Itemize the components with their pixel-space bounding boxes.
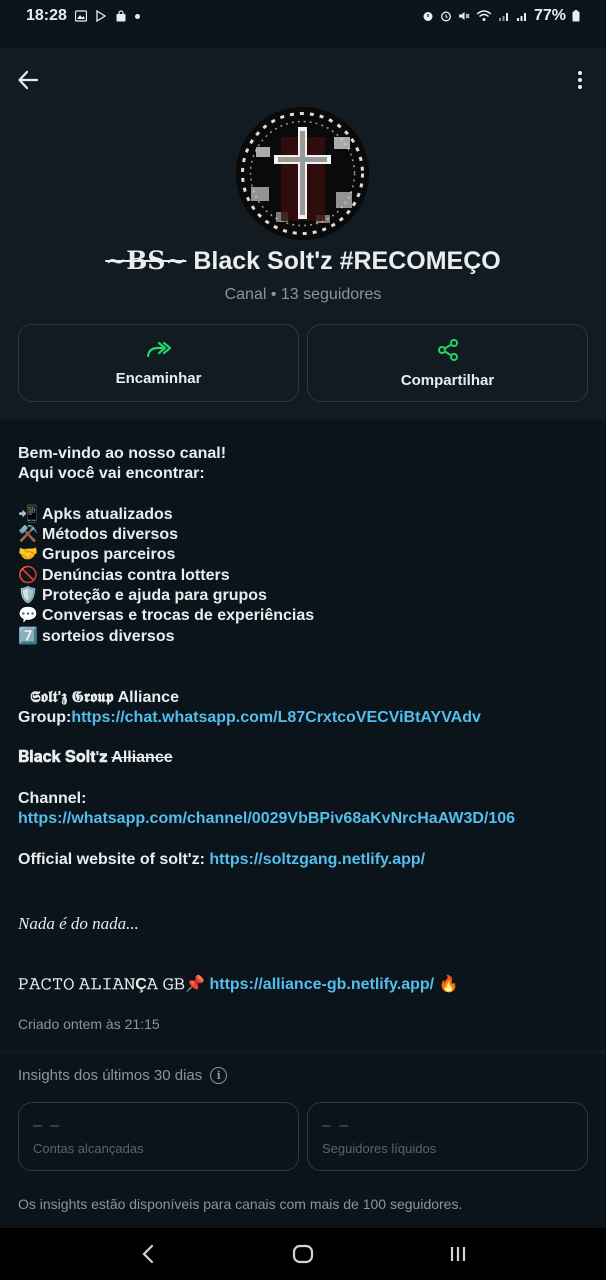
nav-home-button[interactable] (283, 1234, 323, 1274)
chevron-left-icon (142, 1244, 153, 1264)
mute-icon (458, 12, 470, 20)
shopping-bag-icon (116, 10, 126, 22)
website-line: Official website of solt'z: https://solt… (18, 850, 426, 868)
channel-description: Bem-vindo ao nosso canal! Aqui você vai … (18, 444, 593, 995)
description-item: 🚫 Denúncias contra lotters (18, 566, 593, 586)
net-followers-value: – – (322, 1117, 351, 1134)
battery-level: 77% (533, 7, 566, 24)
share-label: Compartilhar (400, 371, 495, 389)
forward-button[interactable]: Encaminhar (18, 324, 299, 402)
battery-icon (572, 10, 580, 22)
group-title: 𝕾𝖔𝖑𝖙'𝖟 𝕲𝖗𝖔𝖚𝖕 Alliance (30, 688, 179, 706)
nav-recents-button[interactable] (438, 1234, 478, 1274)
image-icon (74, 10, 87, 22)
net-followers-card: – – Seguidores líquidos (307, 1102, 588, 1171)
more-options-button[interactable] (568, 66, 592, 94)
channel-name-rest: Black Solt'z #RECOMEÇO (186, 247, 501, 275)
forward-icon (146, 341, 171, 357)
shield-icon: 🛡️ (18, 587, 38, 605)
play-store-icon (96, 10, 107, 22)
info-icon[interactable]: i (210, 1067, 228, 1084)
more-vert-icon (578, 71, 582, 75)
motto: Nada é do nada... (18, 913, 139, 933)
recents-icon (451, 1247, 466, 1261)
description-intro: Bem-vindo ao nosso canal! (18, 445, 227, 462)
gothic-cross-image (236, 107, 369, 240)
pin-icon: 📌 (185, 975, 206, 993)
alarm-clock-icon (441, 11, 451, 22)
tools-icon: ⚒️ (18, 526, 38, 544)
keycap-seven-icon: 7️⃣ (18, 627, 38, 645)
channel-avatar[interactable] (236, 107, 369, 240)
channel-link[interactable]: https://whatsapp.com/channel/0029VbBPiv6… (18, 809, 593, 829)
net-followers-label: Seguidores líquidos (322, 1141, 437, 1156)
alliance-title: 𝐁𝐥𝐚𝐜𝐤 𝐒𝐨𝐥𝐭'𝐳 Alliance (18, 749, 173, 767)
section-divider (0, 420, 606, 426)
section-divider (0, 1050, 606, 1054)
alarm-icon (423, 12, 433, 21)
speech-bubble-icon: 💬 (18, 607, 38, 625)
channel-subtitle: Canal • 13 seguidores (224, 286, 382, 303)
pact-line: 𝙿𝙰𝙲𝚃𝙾 𝙰𝙻𝙸𝙰𝙽Ç𝙰 𝙶𝙱📌 https://alliance-gb.ne… (18, 975, 459, 993)
channel-name: ~BS~ Black Solt'z #RECOMEÇO (0, 246, 606, 276)
home-icon (292, 1244, 314, 1264)
accounts-reached-label: Contas alcançadas (33, 1141, 144, 1156)
status-bar: 18:28 77% (0, 0, 606, 32)
prohibited-icon: 🚫 (18, 566, 38, 584)
back-button[interactable] (14, 66, 42, 94)
description-item: 📲 Apks atualizados (18, 505, 593, 525)
notification-dot-icon (134, 13, 140, 19)
insights-note: Os insights estão disponíveis para canai… (18, 1196, 463, 1212)
fire-icon: 🔥 (438, 975, 459, 993)
group-link[interactable]: https://chat.whatsapp.com/L87CrxtcoVECVi… (71, 709, 481, 726)
system-nav-bar (0, 1228, 606, 1280)
insights-title: Insights dos últimos 30 dias i (18, 1067, 228, 1084)
wifi-icon (476, 10, 492, 21)
signal-2-icon (516, 13, 526, 21)
share-button[interactable]: Compartilhar (307, 324, 588, 402)
status-time: 18:28 (26, 7, 67, 24)
website-link[interactable]: https://soltzgang.netlify.app/ (209, 851, 425, 868)
description-item: 🛡️ Proteção e ajuda para grupos (18, 586, 593, 606)
created-date: Criado ontem às 21:15 (18, 1016, 160, 1032)
share-icon (437, 338, 458, 361)
accounts-reached-card: – – Contas alcançadas (18, 1102, 299, 1171)
description-item: 7️⃣ sorteios diversos (18, 627, 593, 647)
phone-arrow-icon: 📲 (18, 505, 38, 523)
description-item: 💬 Conversas e trocas de experiências (18, 606, 593, 626)
channel-name-prefix: ~BS~ (105, 246, 187, 275)
description-item: ⚒️ Métodos diversos (18, 525, 593, 545)
signal-icon (498, 13, 508, 21)
channel-label: Channel: (18, 790, 87, 808)
accounts-reached-value: – – (33, 1117, 62, 1134)
forward-label: Encaminhar (115, 369, 202, 387)
arrow-left-icon (18, 70, 39, 90)
description-item: 🤝 Grupos parceiros (18, 545, 593, 565)
pact-link[interactable]: https://alliance-gb.netlify.app/ (209, 976, 434, 993)
description-intro-2: Aqui você vai encontrar: (18, 465, 205, 483)
handshake-icon: 🤝 (18, 546, 38, 564)
group-line: Group:https://chat.whatsapp.com/L87Crxtc… (18, 708, 481, 726)
nav-back-button[interactable] (128, 1234, 168, 1274)
